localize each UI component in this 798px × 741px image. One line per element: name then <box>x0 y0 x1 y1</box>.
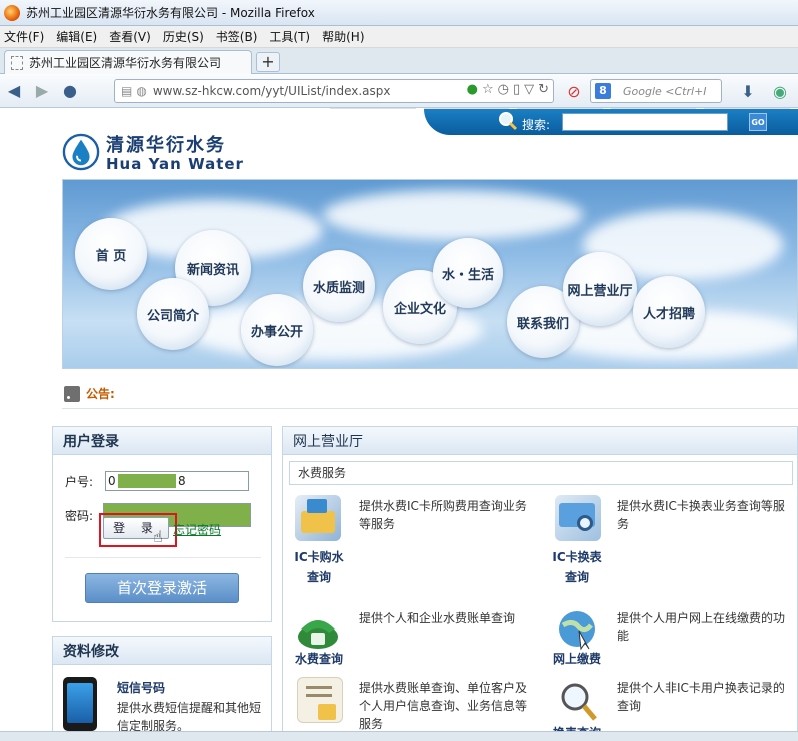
menu-history[interactable]: 历史(S) <box>163 28 204 45</box>
menu-view[interactable]: 查看(V) <box>109 28 151 45</box>
service-online-pay-title[interactable]: 网上缴费 <box>547 649 607 669</box>
hand-cursor-icon: ☝ <box>153 527 163 546</box>
menu-bar: 文件(F) 编辑(E) 查看(V) 历史(S) 书签(B) 工具(T) 帮助(H… <box>0 26 798 48</box>
web-page: 搜索: GO 清源华衍水务 Hua Yan Water 首 页 新闻资讯 公司简… <box>0 109 798 741</box>
first-login-activate-button[interactable]: 首次登录激活 <box>85 573 239 603</box>
url-action-icons: ● ☆ ◷ ▯ ▽ ↻ <box>467 82 549 97</box>
tab-bar: 苏州工业园区清源华衍水务有限公司 + <box>0 48 798 114</box>
web-search-box[interactable]: 8 Google <Ctrl+I <box>590 79 722 103</box>
reload-icon[interactable]: ↻ <box>538 82 549 97</box>
window-titlebar: 苏州工业园区清源华衍水务有限公司 - Mozilla Firefox <box>0 0 798 26</box>
google-icon: 8 <box>595 83 611 99</box>
magnifier-icon[interactable] <box>555 679 601 725</box>
water-drop-logo-icon <box>62 133 100 171</box>
search-magnifier-icon <box>499 112 518 131</box>
page-icon <box>11 55 23 70</box>
addon-icon[interactable]: ◉ <box>766 77 794 105</box>
service-ic-purchase-desc: 提供水费IC卡所购费用查询业务等服务 <box>359 499 527 531</box>
menu-bookmarks[interactable]: 书签(B) <box>216 28 258 45</box>
bill-doc-icon[interactable] <box>297 677 343 723</box>
download-icon[interactable]: ⬇ <box>734 77 762 105</box>
window-title: 苏州工业园区清源华衍水务有限公司 - Mozilla Firefox <box>26 6 315 20</box>
login-divider <box>65 557 261 558</box>
water-fee-service-heading: 水费服务 <box>289 461 793 485</box>
menu-help[interactable]: 帮助(H) <box>322 28 364 45</box>
block-icon[interactable]: ⊘ <box>560 77 588 105</box>
nav-public-affairs[interactable]: 办事公开 <box>241 294 313 366</box>
service-ic-purchase-title[interactable]: IC卡购水查询 <box>289 547 349 587</box>
nav-online-hall[interactable]: 网上营业厅 <box>563 252 637 326</box>
nav-banner: 首 页 新闻资讯 公司简介 办事公开 水质监测 企业文化 水・生活 联系我们 网… <box>62 179 798 369</box>
navigation-toolbar: ◀ ▶ ● ▤ ◍ www.sz-hkcw.com/yyt/UIList/ind… <box>0 74 798 108</box>
go-green-icon[interactable]: ● <box>467 82 478 97</box>
back-arrow-icon[interactable]: ◀ <box>0 77 28 105</box>
account-suffix: 8 <box>178 474 186 488</box>
nav-home[interactable]: 首 页 <box>75 218 147 290</box>
service-bill-desc: 提供水费账单查询、单位客户及个人用户信息查询、业务信息等服务 <box>359 681 528 731</box>
site-search-label: 搜索: <box>522 118 551 132</box>
sms-description: 提供水费短信提醒和其他短信定制服务。 <box>117 701 262 733</box>
mobile-phone-icon <box>63 677 97 731</box>
menu-file[interactable]: 文件(F) <box>4 28 44 45</box>
site-search-go-button[interactable]: GO <box>749 113 767 131</box>
menu-edit[interactable]: 编辑(E) <box>56 28 97 45</box>
account-redaction <box>118 474 176 488</box>
account-input[interactable]: 0 8 <box>105 471 249 491</box>
mobile-icon[interactable]: ▯ <box>513 82 520 97</box>
menu-tools[interactable]: 工具(T) <box>269 28 310 45</box>
status-bar <box>0 731 798 741</box>
home-globe-icon[interactable]: ● <box>56 77 84 105</box>
logo-english-name: Hua Yan Water <box>106 155 244 173</box>
bookmark-star-icon[interactable]: ☆ <box>482 82 494 97</box>
profile-heading: 资料修改 <box>53 637 271 665</box>
web-search-placeholder: Google <Ctrl+I <box>623 84 707 98</box>
nav-about[interactable]: 公司简介 <box>137 278 209 350</box>
globe-pay-icon[interactable] <box>555 607 601 653</box>
sms-number-link[interactable]: 短信号码 <box>117 679 165 696</box>
account-prefix: 0 <box>108 474 116 488</box>
notice-label: 公告: <box>86 387 115 401</box>
service-water-fee-title[interactable]: 水费查询 <box>289 649 349 669</box>
online-hall-panel: 网上营业厅 水费服务 IC卡购水查询 提供水费IC卡所购费用查询业务等服务 IC… <box>282 426 798 741</box>
firefox-logo-icon <box>4 4 20 21</box>
site-info-icon[interactable]: ▤ <box>121 84 132 98</box>
profile-panel: 资料修改 短信号码 提供水费短信提醒和其他短信定制服务。 <box>52 636 272 741</box>
logo-chinese-name: 清源华衍水务 <box>106 135 226 156</box>
forgot-password-link[interactable]: 忘记密码 <box>173 521 221 538</box>
new-tab-button[interactable]: + <box>256 52 280 72</box>
service-ic-replace-title[interactable]: IC卡换表查询 <box>547 547 607 587</box>
rss-icon <box>64 385 80 402</box>
login-panel: 用户登录 户号: 0 8 密码: 登 录 忘记密码 ☝ 首次登录激活 <box>52 426 272 622</box>
service-ic-replace-desc: 提供水费IC卡换表业务查询等服务 <box>617 499 785 531</box>
service-online-pay-desc: 提供个人用户网上在线缴费的功能 <box>617 611 786 643</box>
nav-water-life[interactable]: 水・生活 <box>433 238 503 308</box>
forward-arrow-icon[interactable]: ▶ <box>28 77 56 105</box>
site-logo[interactable]: 清源华衍水务 Hua Yan Water <box>62 131 252 173</box>
clock-icon[interactable]: ◷ <box>498 82 509 97</box>
url-text: www.sz-hkcw.com/yyt/UIList/index.aspx <box>152 84 391 98</box>
nav-water-quality[interactable]: 水质监测 <box>303 250 375 322</box>
login-heading: 用户登录 <box>53 427 271 455</box>
online-hall-heading: 网上营业厅 <box>283 427 797 455</box>
password-label: 密码: <box>65 509 94 523</box>
tab-active[interactable]: 苏州工业园区清源华衍水务有限公司 <box>4 50 252 74</box>
dropdown-icon[interactable]: ▽ <box>524 82 534 97</box>
ic-card-icon[interactable] <box>295 495 341 541</box>
ic-card-search-icon[interactable] <box>555 495 601 541</box>
service-meter-replace-desc: 提供个人非IC卡用户换表记录的查询 <box>617 681 785 713</box>
account-label: 户号: <box>65 475 94 489</box>
tab-label: 苏州工业园区清源华衍水务有限公司 <box>29 56 222 70</box>
notice-bar: 公告: <box>62 379 798 409</box>
site-search-input[interactable] <box>562 113 728 131</box>
service-water-fee-desc: 提供个人和企业水费账单查询 <box>359 611 516 625</box>
address-bar[interactable]: ▤ ◍ www.sz-hkcw.com/yyt/UIList/index.asp… <box>114 79 554 103</box>
nav-recruitment[interactable]: 人才招聘 <box>633 276 705 348</box>
globe-icon: ◍ <box>136 84 147 98</box>
phone-bill-icon[interactable] <box>295 607 341 653</box>
